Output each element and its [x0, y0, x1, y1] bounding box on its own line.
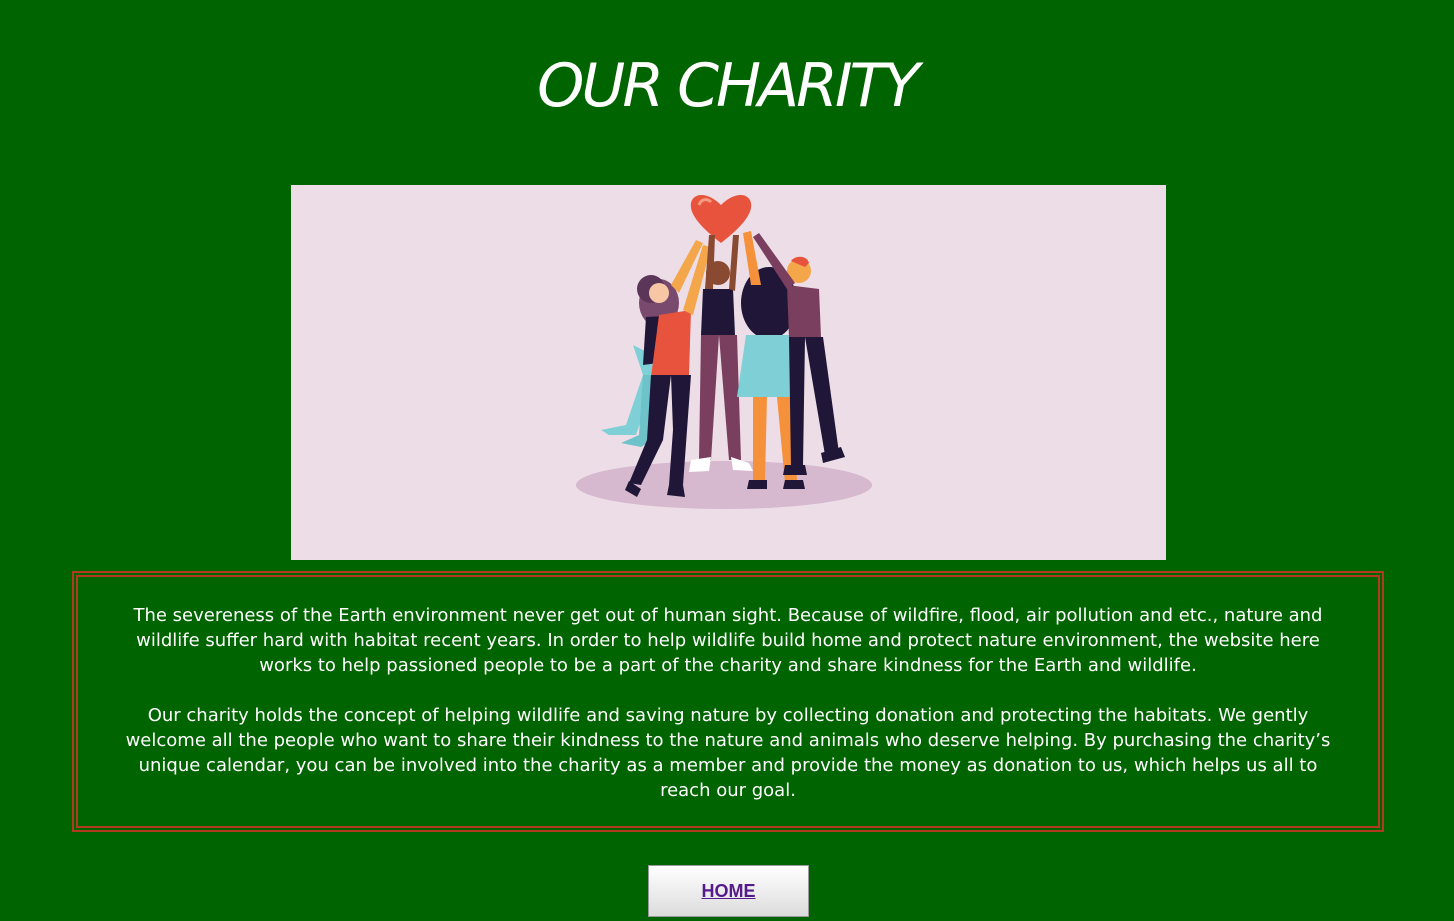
charity-info-box: The severeness of the Earth environment … [72, 571, 1384, 832]
info-paragraph-2: Our charity holds the concept of helping… [125, 705, 1331, 801]
home-button-label: HOME [701, 880, 756, 901]
hero-image [291, 185, 1166, 560]
page-title: OUR CHARITY [537, 51, 920, 121]
home-button[interactable]: HOME [648, 865, 809, 917]
info-paragraph-1: The severeness of the Earth environment … [133, 605, 1323, 676]
people-holding-heart-illustration [576, 195, 872, 509]
